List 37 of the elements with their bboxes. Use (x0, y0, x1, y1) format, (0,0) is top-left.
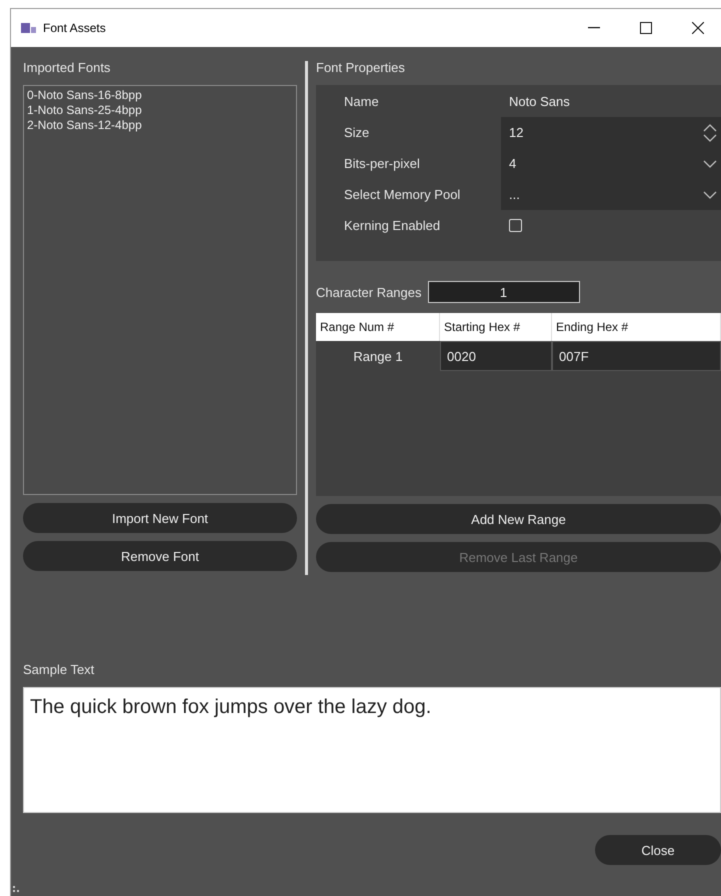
property-label: Select Memory Pool (343, 187, 462, 202)
row-header: Range 1 (352, 348, 404, 366)
column-header: Range Num # (316, 313, 440, 341)
property-label: Name (343, 94, 380, 109)
maximize-icon[interactable] (640, 22, 652, 34)
close-dialog-button[interactable]: Close (595, 835, 721, 865)
table-cell[interactable]: 0020 (440, 341, 552, 371)
section-label: Sample Text (23, 661, 96, 679)
font-button[interactable]: Remove Font (23, 541, 297, 571)
property-value: Noto Sans (508, 94, 571, 109)
property-label: Size (343, 125, 370, 140)
font-button[interactable]: Import New Font (23, 503, 297, 533)
minimize-icon[interactable] (588, 27, 600, 29)
property-label: Kerning Enabled (343, 218, 442, 233)
section-label: Font Properties (316, 59, 406, 77)
dropdown[interactable]: ... (501, 179, 721, 210)
property-label: Bits-per-pixel (343, 156, 421, 171)
resize-grip-icon[interactable] (13, 886, 21, 894)
sample-text-field[interactable]: The quick brown fox jumps over the lazy dog. (23, 687, 721, 813)
size-spinbox[interactable]: 12 (501, 117, 721, 148)
chevron-down-icon[interactable] (703, 134, 717, 142)
font-list-item[interactable]: 1-Noto Sans-25-4bpp (27, 103, 293, 118)
range-count-field[interactable]: 1 (428, 281, 580, 303)
app-icon (21, 22, 37, 34)
font-list-item[interactable]: 2-Noto Sans-12-4bpp (27, 118, 293, 133)
chevron-up-icon[interactable] (703, 124, 717, 132)
chevron-down-icon[interactable] (703, 190, 717, 198)
dropdown[interactable]: 4 (501, 148, 721, 179)
checkbox[interactable] (509, 219, 522, 232)
character-ranges-label: Character Ranges (316, 284, 422, 300)
range-button[interactable]: Add New Range (316, 504, 721, 534)
font-list-item[interactable]: 0-Noto Sans-16-8bpp (27, 88, 293, 103)
close-icon[interactable] (692, 22, 704, 34)
chevron-down-icon[interactable] (703, 160, 717, 168)
window-title: Font Assets (43, 21, 107, 35)
section-label: Imported Fonts (23, 59, 112, 77)
table-cell[interactable]: 007F (552, 341, 721, 371)
